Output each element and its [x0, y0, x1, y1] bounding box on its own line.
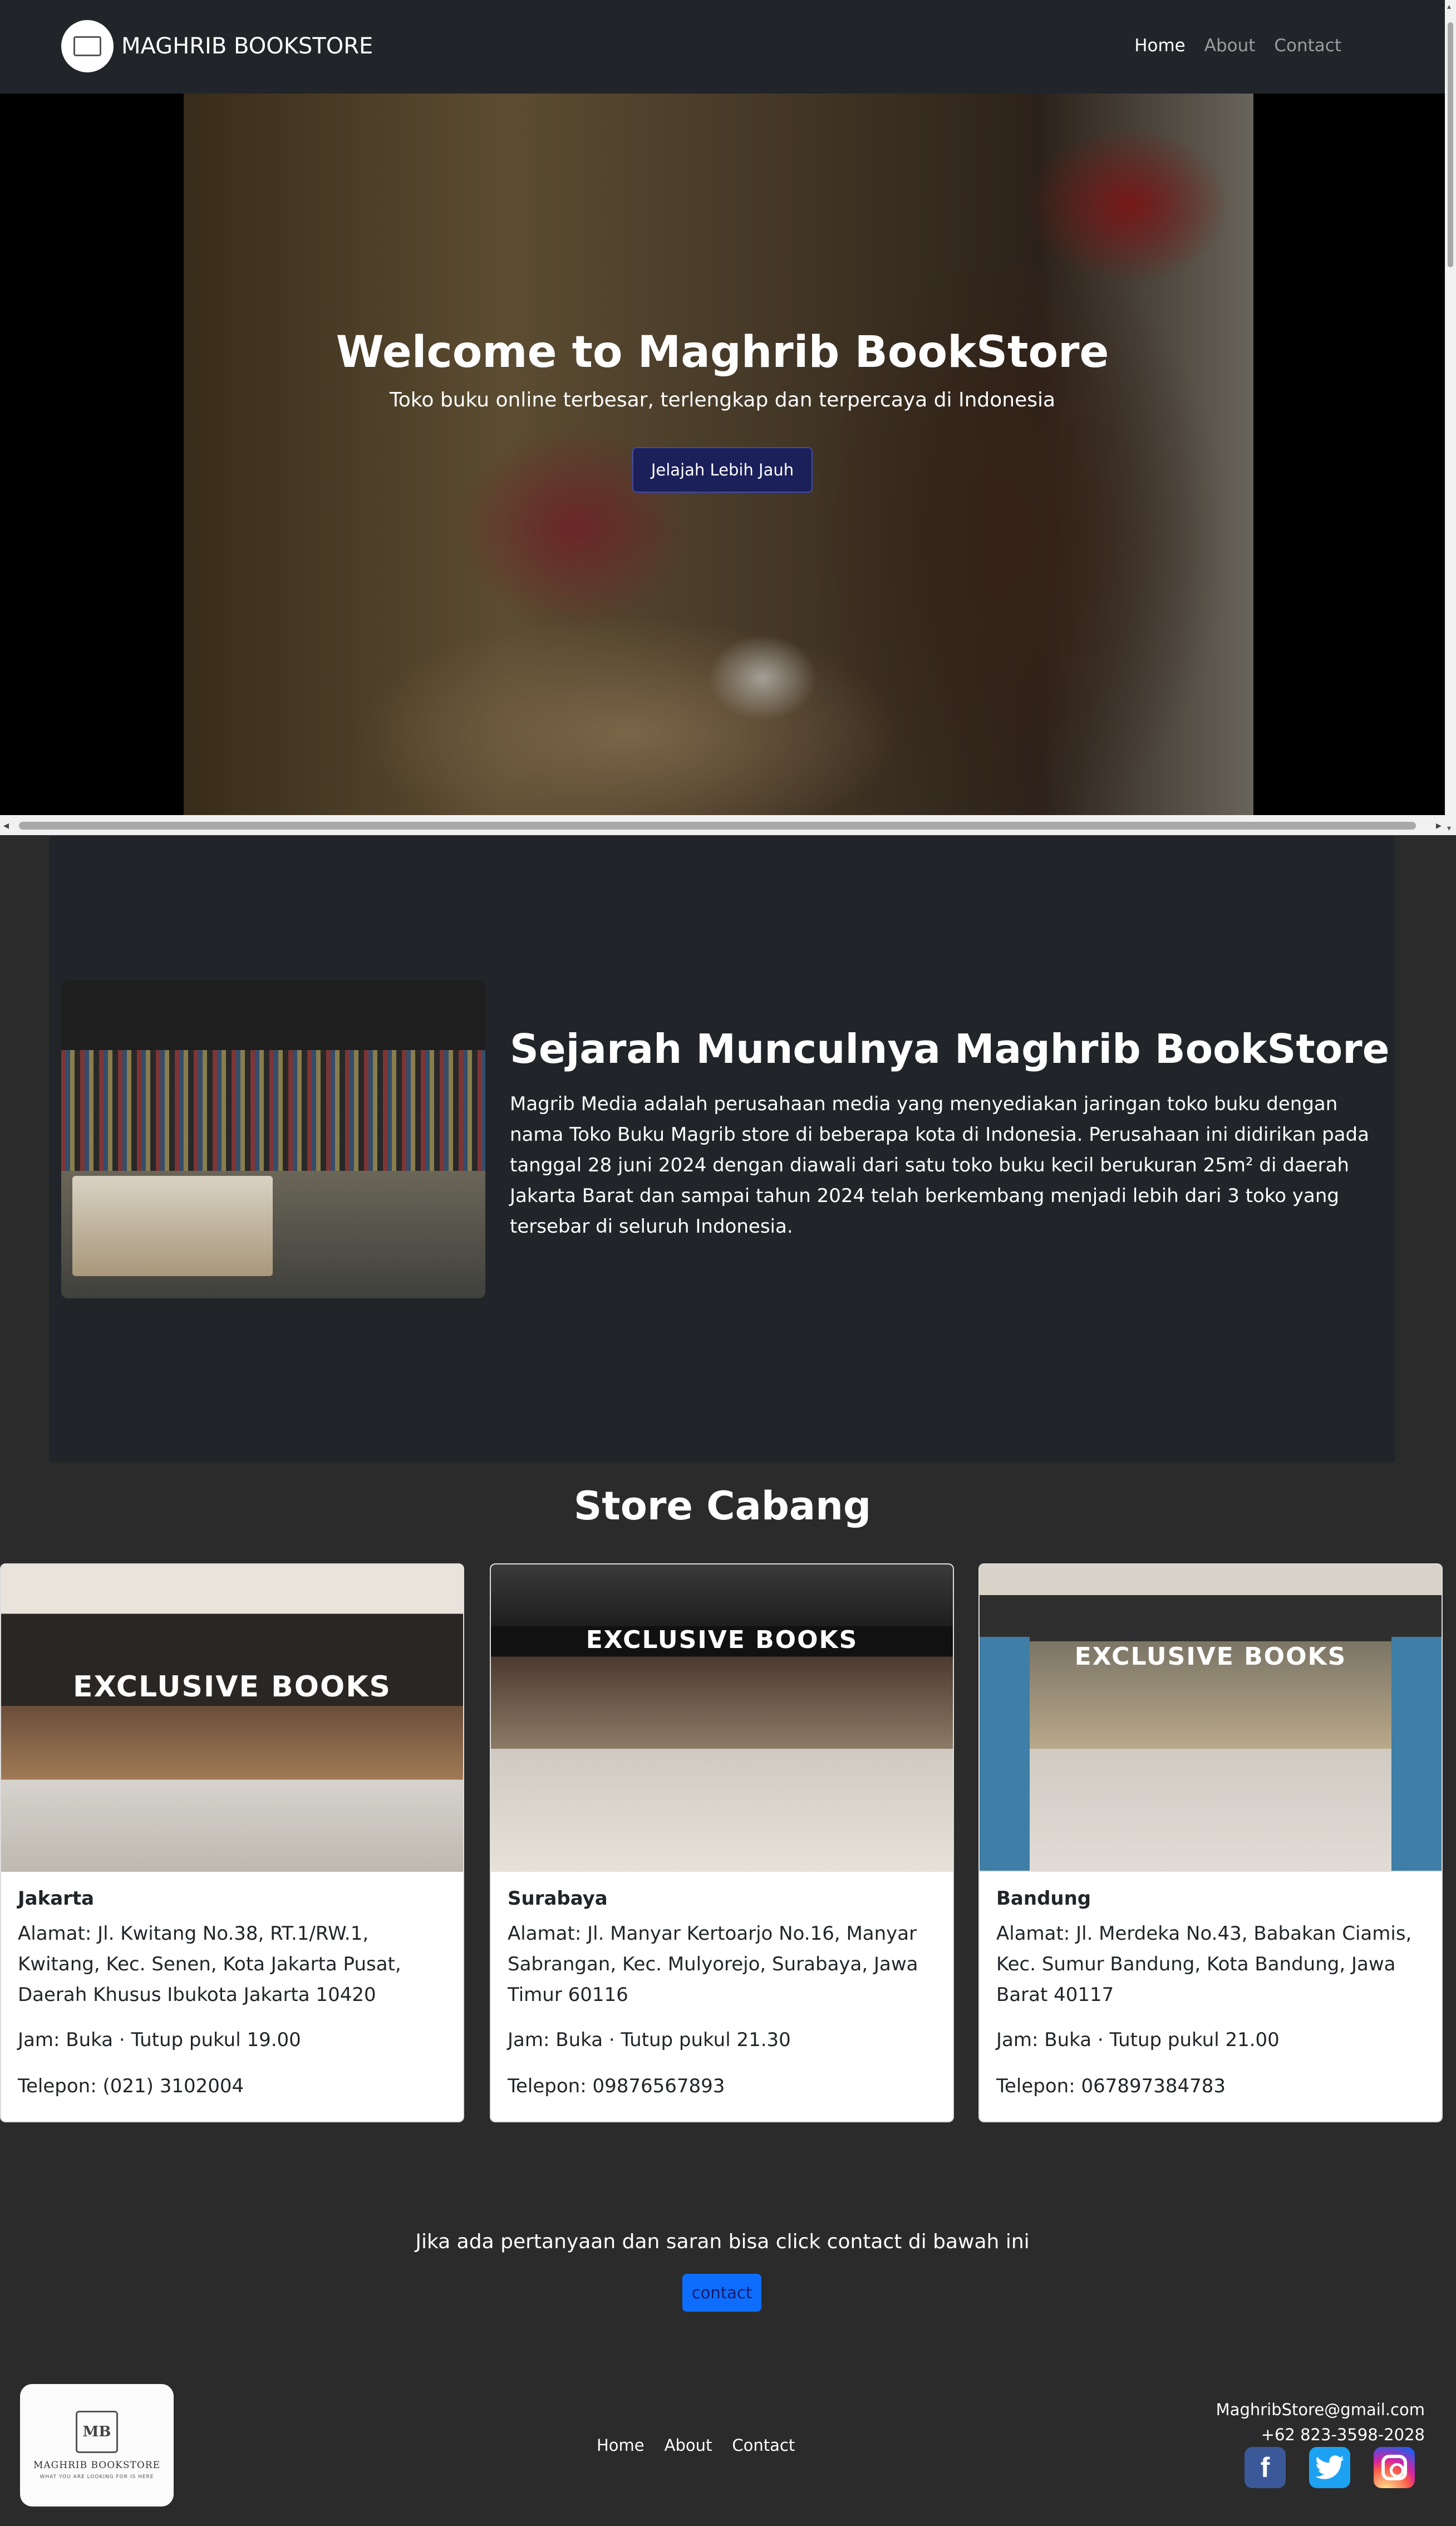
- footer-email[interactable]: MaghribStore@gmail.com: [1216, 2397, 1425, 2422]
- store-image-bandung: EXCLUSIVE BOOKS: [980, 1564, 1442, 1872]
- footer-logo-name: MAGHRIB BOOKSTORE: [33, 2460, 160, 2471]
- scroll-down-icon[interactable]: ▾: [1447, 824, 1451, 833]
- store-city: Surabaya: [508, 1887, 608, 1910]
- footer-logo-tagline: WHAT YOU ARE LOOKING FOR IS HERE: [40, 2474, 154, 2480]
- horizontal-scroll-thumb[interactable]: [19, 822, 1416, 830]
- store-image-jakarta: EXCLUSIVE BOOKS: [1, 1564, 463, 1872]
- contact-prompt: Jika ada pertanyaan dan saran bisa click…: [415, 2230, 1030, 2253]
- footer-contact-info: MaghribStore@gmail.com +62 823-3598-2028: [1216, 2397, 1425, 2447]
- store-sign: EXCLUSIVE BOOKS: [1074, 1642, 1347, 1671]
- footer-phone: +62 823-3598-2028: [1261, 2425, 1425, 2444]
- footer-nav: Home About Contact: [597, 2436, 795, 2455]
- card-body: Surabaya Alamat: Jl. Manyar Kertoarjo No…: [508, 1887, 942, 2102]
- facebook-icon[interactable]: f: [1245, 2447, 1286, 2488]
- hero-section: Welcome to Maghrib BookStore Toko buku o…: [0, 94, 1445, 815]
- store-section-title: Store Cabang: [573, 1483, 872, 1529]
- nav-links: Home About Contact: [1134, 36, 1341, 56]
- store-pillar: [1391, 1637, 1442, 1871]
- store-phone: Telepon: 067897384783: [996, 2075, 1226, 2097]
- store-sign: EXCLUSIVE BOOKS: [73, 1670, 391, 1704]
- nav-about[interactable]: About: [1204, 36, 1256, 56]
- store-address: Alamat: Jl. Merdeka No.43, Babakan Ciami…: [996, 1922, 1412, 2006]
- footer-logo[interactable]: MB MAGHRIB BOOKSTORE WHAT YOU ARE LOOKIN…: [20, 2384, 174, 2507]
- store-city: Jakarta: [18, 1887, 95, 1910]
- twitter-icon[interactable]: [1309, 2447, 1350, 2488]
- vertical-scroll-thumb[interactable]: [1448, 22, 1453, 267]
- store-hours: Jam: Buka · Tutup pukul 19.00: [18, 2029, 301, 2051]
- history-title: Sejarah Munculnya Maghrib BookStore: [510, 1026, 1390, 1072]
- hero-title: Welcome to Maghrib BookStore: [336, 327, 1109, 377]
- card-body: Bandung Alamat: Jl. Merdeka No.43, Babak…: [996, 1887, 1430, 2102]
- store-city: Bandung: [996, 1887, 1091, 1910]
- hero-content: Welcome to Maghrib BookStore Toko buku o…: [0, 327, 1445, 493]
- footer-link-home[interactable]: Home: [597, 2436, 645, 2455]
- store-phone: Telepon: (021) 3102004: [18, 2075, 244, 2097]
- scroll-right-icon[interactable]: ▸: [1436, 818, 1442, 832]
- store-hours: Jam: Buka · Tutup pukul 21.00: [996, 2029, 1280, 2051]
- bookstore-interior-image: [61, 980, 485, 1298]
- hero-subtitle: Toko buku online terbesar, terlengkap da…: [389, 389, 1056, 411]
- footer-link-contact[interactable]: Contact: [732, 2436, 795, 2455]
- explore-button[interactable]: Jelajah Lebih Jauh: [632, 447, 813, 493]
- scroll-up-icon[interactable]: ▴: [1447, 2, 1451, 11]
- twitter-bird-glyph: [1315, 2455, 1344, 2479]
- image-book-table: [72, 1176, 273, 1276]
- store-card-surabaya: EXCLUSIVE BOOKS Surabaya Alamat: Jl. Man…: [490, 1563, 954, 2122]
- book-icon: [73, 36, 101, 56]
- store-image-surabaya: EXCLUSIVE BOOKS: [491, 1564, 953, 1872]
- store-sign: EXCLUSIVE BOOKS: [586, 1626, 858, 1654]
- contact-button[interactable]: contact: [682, 2274, 761, 2312]
- vertical-scrollbar[interactable]: ▴ ▾: [1445, 0, 1456, 835]
- footer-link-about[interactable]: About: [665, 2436, 712, 2455]
- nav-contact[interactable]: Contact: [1274, 36, 1341, 56]
- store-card-bandung: EXCLUSIVE BOOKS Bandung Alamat: Jl. Merd…: [978, 1563, 1443, 2122]
- instagram-glyph: [1381, 2455, 1407, 2480]
- store-phone: Telepon: 09876567893: [508, 2075, 725, 2097]
- nav-home[interactable]: Home: [1134, 36, 1186, 56]
- brand-logo[interactable]: [61, 20, 114, 72]
- history-section: Sejarah Munculnya Maghrib BookStore Magr…: [49, 836, 1395, 1462]
- horizontal-scrollbar[interactable]: ◂ ▸: [0, 815, 1445, 835]
- card-body: Jakarta Alamat: Jl. Kwitang No.38, RT.1/…: [18, 1887, 452, 2102]
- store-address: Alamat: Jl. Kwitang No.38, RT.1/RW.1, Kw…: [18, 1922, 401, 2006]
- book-emblem-icon: MB: [76, 2411, 118, 2453]
- store-address: Alamat: Jl. Manyar Kertoarjo No.16, Many…: [508, 1922, 918, 2006]
- image-ceiling: [61, 980, 485, 1050]
- store-pillar: [980, 1637, 1030, 1871]
- store-hours: Jam: Buka · Tutup pukul 21.30: [508, 2029, 791, 2051]
- instagram-icon[interactable]: [1374, 2447, 1415, 2488]
- store-card-jakarta: EXCLUSIVE BOOKS Jakarta Alamat: Jl. Kwit…: [0, 1563, 464, 2122]
- brand-name[interactable]: MAGHRIB BOOKSTORE: [121, 33, 373, 59]
- navbar: MAGHRIB BOOKSTORE Home About Contact: [0, 0, 1445, 94]
- history-text: Magrib Media adalah perusahaan media yan…: [510, 1093, 1369, 1238]
- scroll-left-icon[interactable]: ◂: [3, 818, 9, 832]
